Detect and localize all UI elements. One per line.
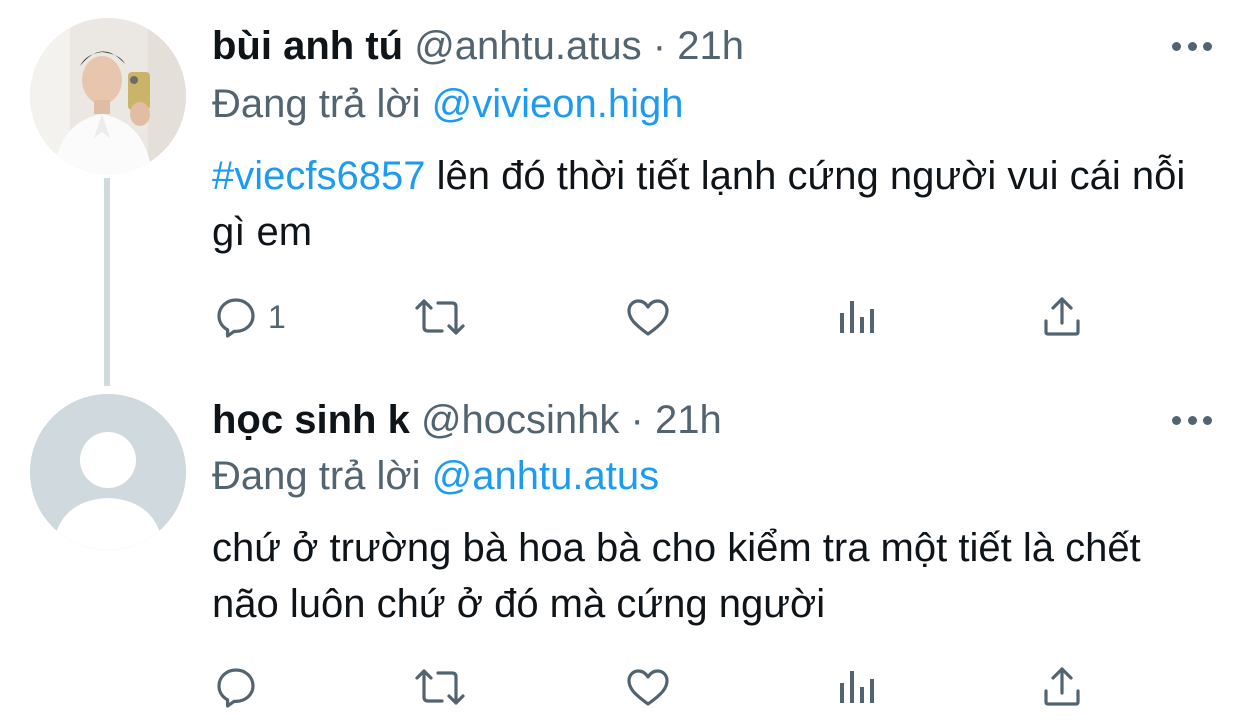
more-icon[interactable] [1172, 36, 1212, 56]
heart-icon [627, 299, 669, 336]
replying-to-label: Đang trả lời [212, 82, 421, 126]
more-icon[interactable] [1172, 410, 1212, 430]
like-button[interactable] [624, 292, 672, 342]
reply-count: 1 [268, 298, 286, 335]
tweet-body: chứ ở trường bà hoa bà cho kiểm tra một … [212, 526, 1141, 626]
retweet-icon [415, 299, 465, 335]
avatar[interactable] [30, 394, 186, 550]
avatar[interactable] [30, 18, 186, 174]
user-handle[interactable]: @anhtu.atus [414, 24, 641, 68]
display-name[interactable]: bùi anh tú [212, 24, 403, 68]
tweet-text: chứ ở trường bà hoa bà cho kiểm tra một … [212, 520, 1202, 632]
separator-dot: · [630, 398, 644, 442]
reply-icon [217, 668, 255, 708]
timestamp[interactable]: 21h [677, 24, 744, 68]
replying-to: Đang trả lời @vivieon.high [212, 80, 684, 128]
action-bar [212, 662, 1112, 712]
share-button[interactable] [1038, 292, 1086, 342]
tweet-header: bùi anh tú @anhtu.atus · 21h [212, 22, 744, 70]
like-button[interactable] [624, 662, 672, 712]
share-icon [1044, 667, 1080, 706]
thread-connector-line [104, 178, 110, 386]
tweet[interactable]: học sinh k @hocsinhk · 21h Đang trả lời … [0, 380, 1242, 726]
analytics-button[interactable] [832, 662, 880, 712]
replying-to-label: Đang trả lời [212, 454, 421, 498]
default-avatar-icon [30, 394, 186, 550]
reply-button[interactable] [212, 662, 260, 712]
user-handle[interactable]: @hocsinhk [421, 398, 619, 442]
share-icon [1044, 297, 1080, 336]
retweet-button[interactable] [412, 662, 468, 712]
profile-photo-icon [30, 18, 186, 174]
action-bar: 1 [212, 292, 1112, 342]
display-name[interactable]: học sinh k [212, 398, 410, 442]
share-button[interactable] [1038, 662, 1086, 712]
separator-dot: · [652, 24, 667, 68]
heart-icon [627, 669, 669, 706]
analytics-icon [840, 671, 874, 703]
analytics-button[interactable] [832, 292, 880, 342]
hashtag-link[interactable]: #viecfs6857 [212, 154, 425, 198]
tweet-header: học sinh k @hocsinhk · 21h [212, 396, 722, 444]
reply-icon [217, 298, 255, 338]
tweet[interactable]: bùi anh tú @anhtu.atus · 21h Đang trả lờ… [0, 0, 1242, 386]
reply-button[interactable]: 1 [212, 292, 286, 342]
retweet-icon [415, 669, 465, 705]
retweet-button[interactable] [412, 292, 468, 342]
tweet-text: #viecfs6857 lên đó thời tiết lạnh cứng n… [212, 148, 1202, 260]
replying-to: Đang trả lời @anhtu.atus [212, 452, 659, 500]
analytics-icon [840, 301, 874, 333]
replying-to-mention[interactable]: @anhtu.atus [432, 454, 659, 498]
timestamp[interactable]: 21h [655, 398, 722, 442]
replying-to-mention[interactable]: @vivieon.high [432, 82, 684, 126]
